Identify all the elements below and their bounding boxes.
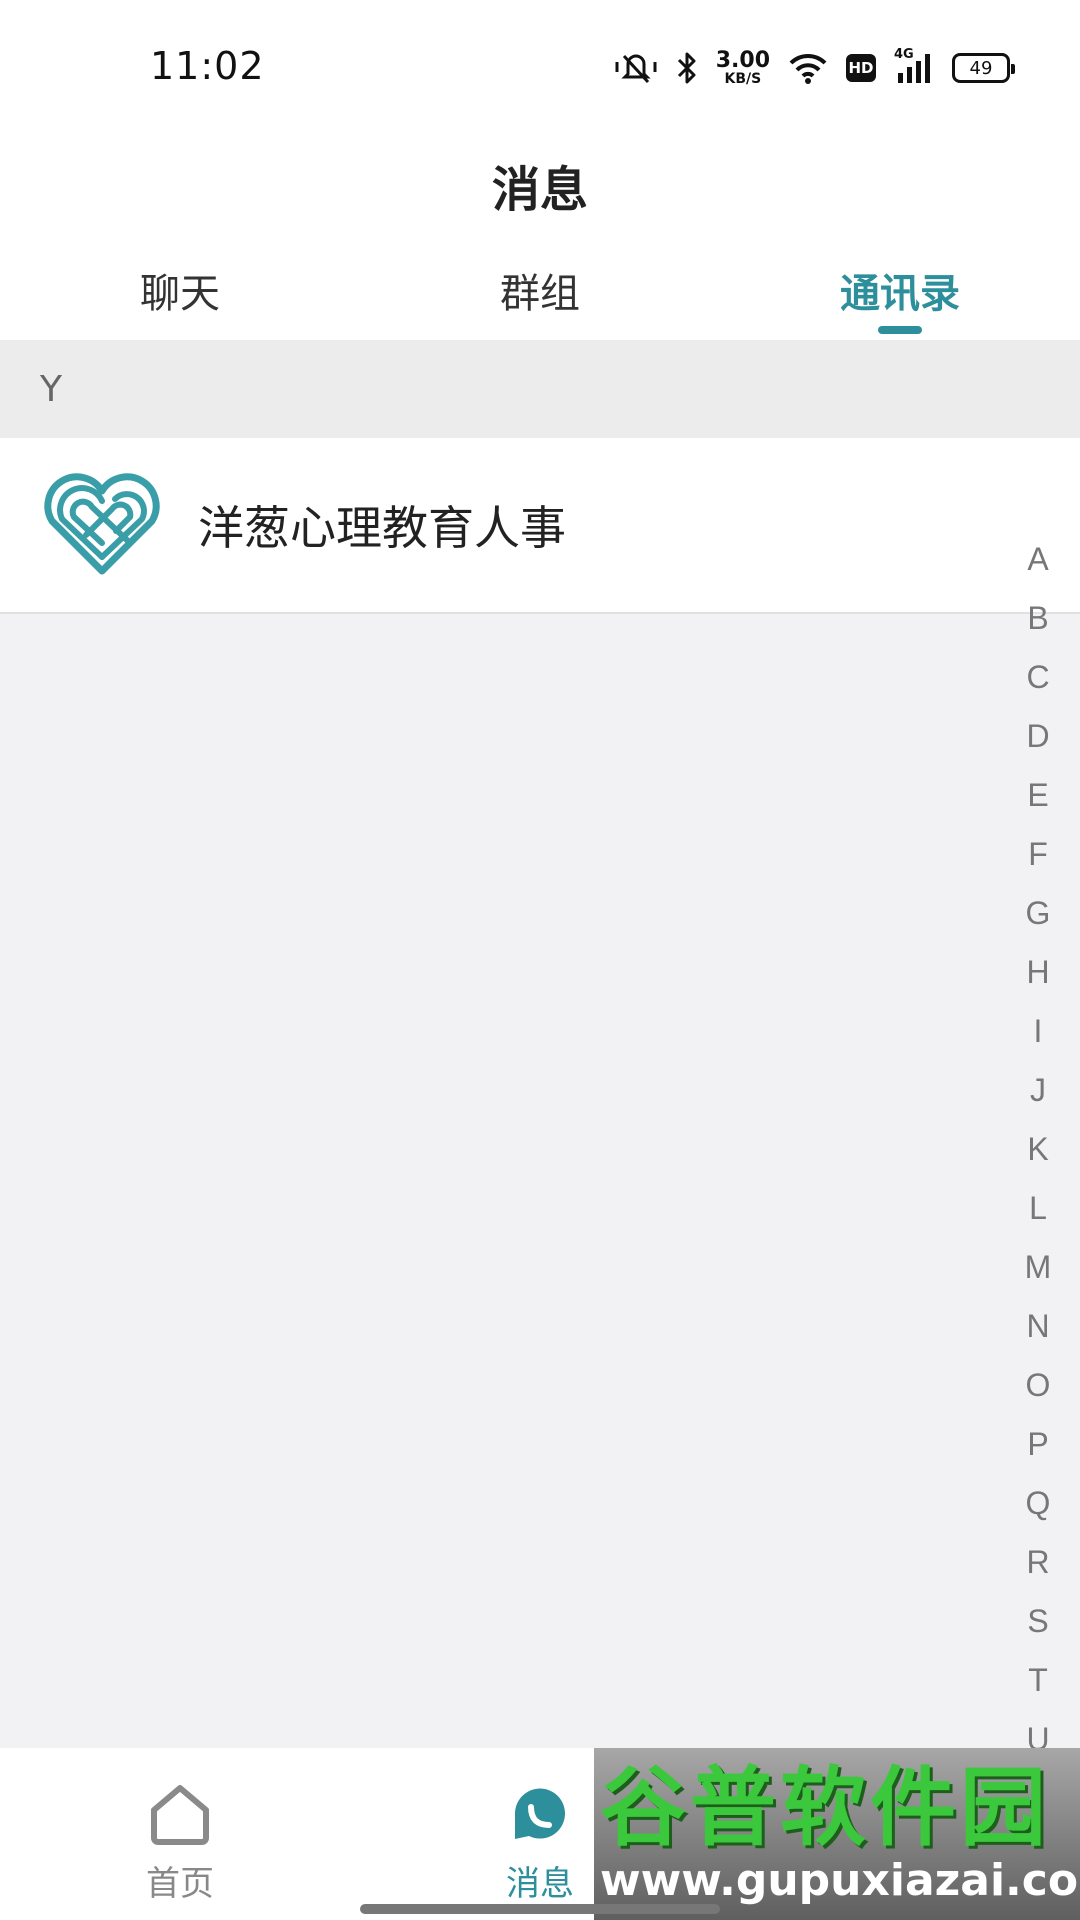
index-letter[interactable]: H	[1026, 943, 1049, 1002]
index-letter[interactable]: L	[1029, 1179, 1047, 1238]
index-letter[interactable]: N	[1026, 1297, 1049, 1356]
index-letter[interactable]: T	[1028, 1651, 1048, 1710]
index-letter[interactable]: Q	[1026, 1474, 1051, 1533]
index-letter[interactable]: J	[1030, 1061, 1046, 1120]
tab-chat[interactable]: 聊天	[0, 240, 360, 340]
status-bar: 11:02 3.00 KB/S HD 4G 49	[0, 0, 1080, 130]
contact-name: 洋葱心理教育人事	[198, 501, 566, 555]
section-header-letter: Y	[0, 340, 1080, 438]
home-indicator[interactable]	[360, 1904, 720, 1914]
watermark-logo: 谷普软件园 www.gupuxiazai.com	[594, 1748, 1080, 1920]
status-icons: 3.00 KB/S HD 4G 49	[614, 46, 1015, 90]
tab-label: 通讯录	[840, 271, 960, 317]
heart-logo-icon	[42, 470, 162, 580]
hd-label: HD	[848, 59, 874, 77]
tab-groups[interactable]: 群组	[360, 240, 720, 340]
nav-home[interactable]: 首页	[0, 1748, 360, 1920]
speed-unit: KB/S	[724, 71, 762, 87]
index-letter[interactable]: P	[1027, 1415, 1048, 1474]
message-tabs: 聊天 群组 通讯录	[0, 240, 1080, 340]
section-letter: Y	[40, 368, 62, 410]
index-letter[interactable]: R	[1026, 1533, 1049, 1592]
speed-value: 3.00	[715, 48, 770, 73]
index-letter[interactable]: I	[1034, 1002, 1043, 1061]
battery-indicator: 49	[952, 53, 1015, 83]
index-letter[interactable]: B	[1027, 589, 1048, 648]
tab-contacts[interactable]: 通讯录	[720, 240, 1080, 340]
index-letter[interactable]: K	[1027, 1120, 1048, 1179]
alphabet-index[interactable]: A B C D E F G H I J K L M N O P Q R S T …	[1010, 530, 1066, 1769]
index-letter[interactable]: D	[1026, 707, 1049, 766]
nav-label: 首页	[146, 1864, 214, 1904]
home-icon	[144, 1778, 216, 1850]
tab-label: 聊天	[140, 271, 220, 317]
index-letter[interactable]: O	[1026, 1356, 1051, 1415]
index-letter[interactable]: F	[1028, 825, 1048, 884]
phone-chat-icon	[504, 1778, 576, 1850]
page-header: 消息	[0, 130, 1080, 240]
page-title: 消息	[491, 162, 588, 218]
hd-badge: HD	[846, 54, 876, 82]
index-letter[interactable]: S	[1027, 1592, 1048, 1651]
contact-list-item[interactable]: 洋葱心理教育人事	[0, 438, 1080, 614]
index-letter[interactable]: C	[1026, 648, 1049, 707]
bluetooth-icon	[676, 51, 698, 85]
index-letter[interactable]: A	[1027, 530, 1048, 589]
vibrate-mute-icon	[614, 50, 658, 86]
index-letter[interactable]: M	[1025, 1238, 1052, 1297]
watermark-cn: 谷普软件园	[600, 1758, 1050, 1858]
index-letter[interactable]: E	[1027, 766, 1048, 825]
status-time: 11:02	[150, 44, 265, 88]
network-speed: 3.00 KB/S	[715, 48, 770, 87]
index-letter[interactable]: G	[1026, 884, 1051, 943]
battery-level: 49	[969, 57, 993, 79]
nav-label: 消息	[506, 1864, 574, 1904]
tab-label: 群组	[500, 271, 580, 317]
wifi-icon	[788, 52, 828, 84]
watermark-url: www.gupuxiazai.com	[600, 1855, 1080, 1906]
cellular-signal-icon: 4G	[894, 47, 934, 85]
